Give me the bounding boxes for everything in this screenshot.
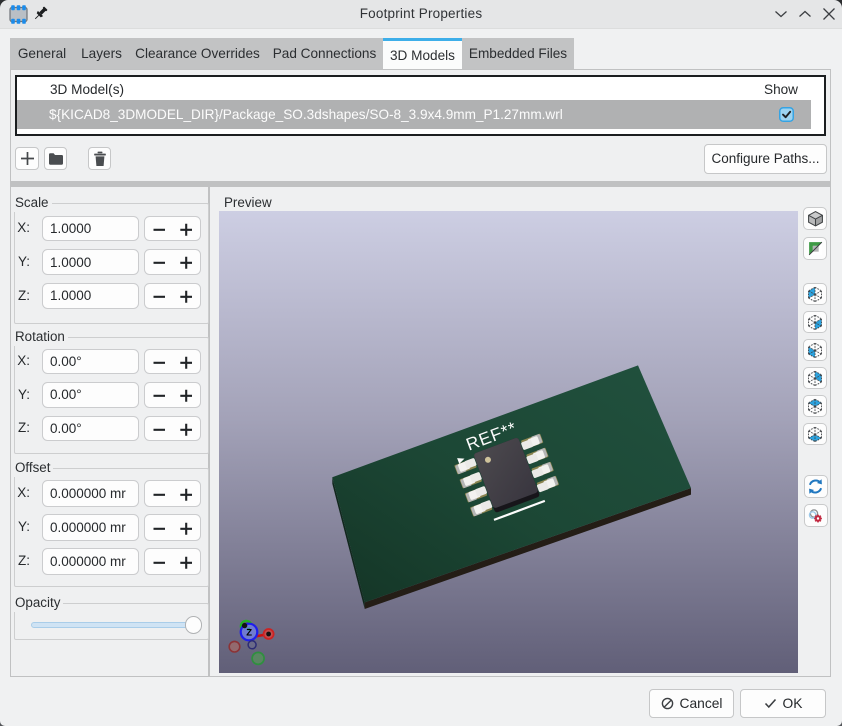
svg-text:Z: Z [246, 628, 252, 639]
